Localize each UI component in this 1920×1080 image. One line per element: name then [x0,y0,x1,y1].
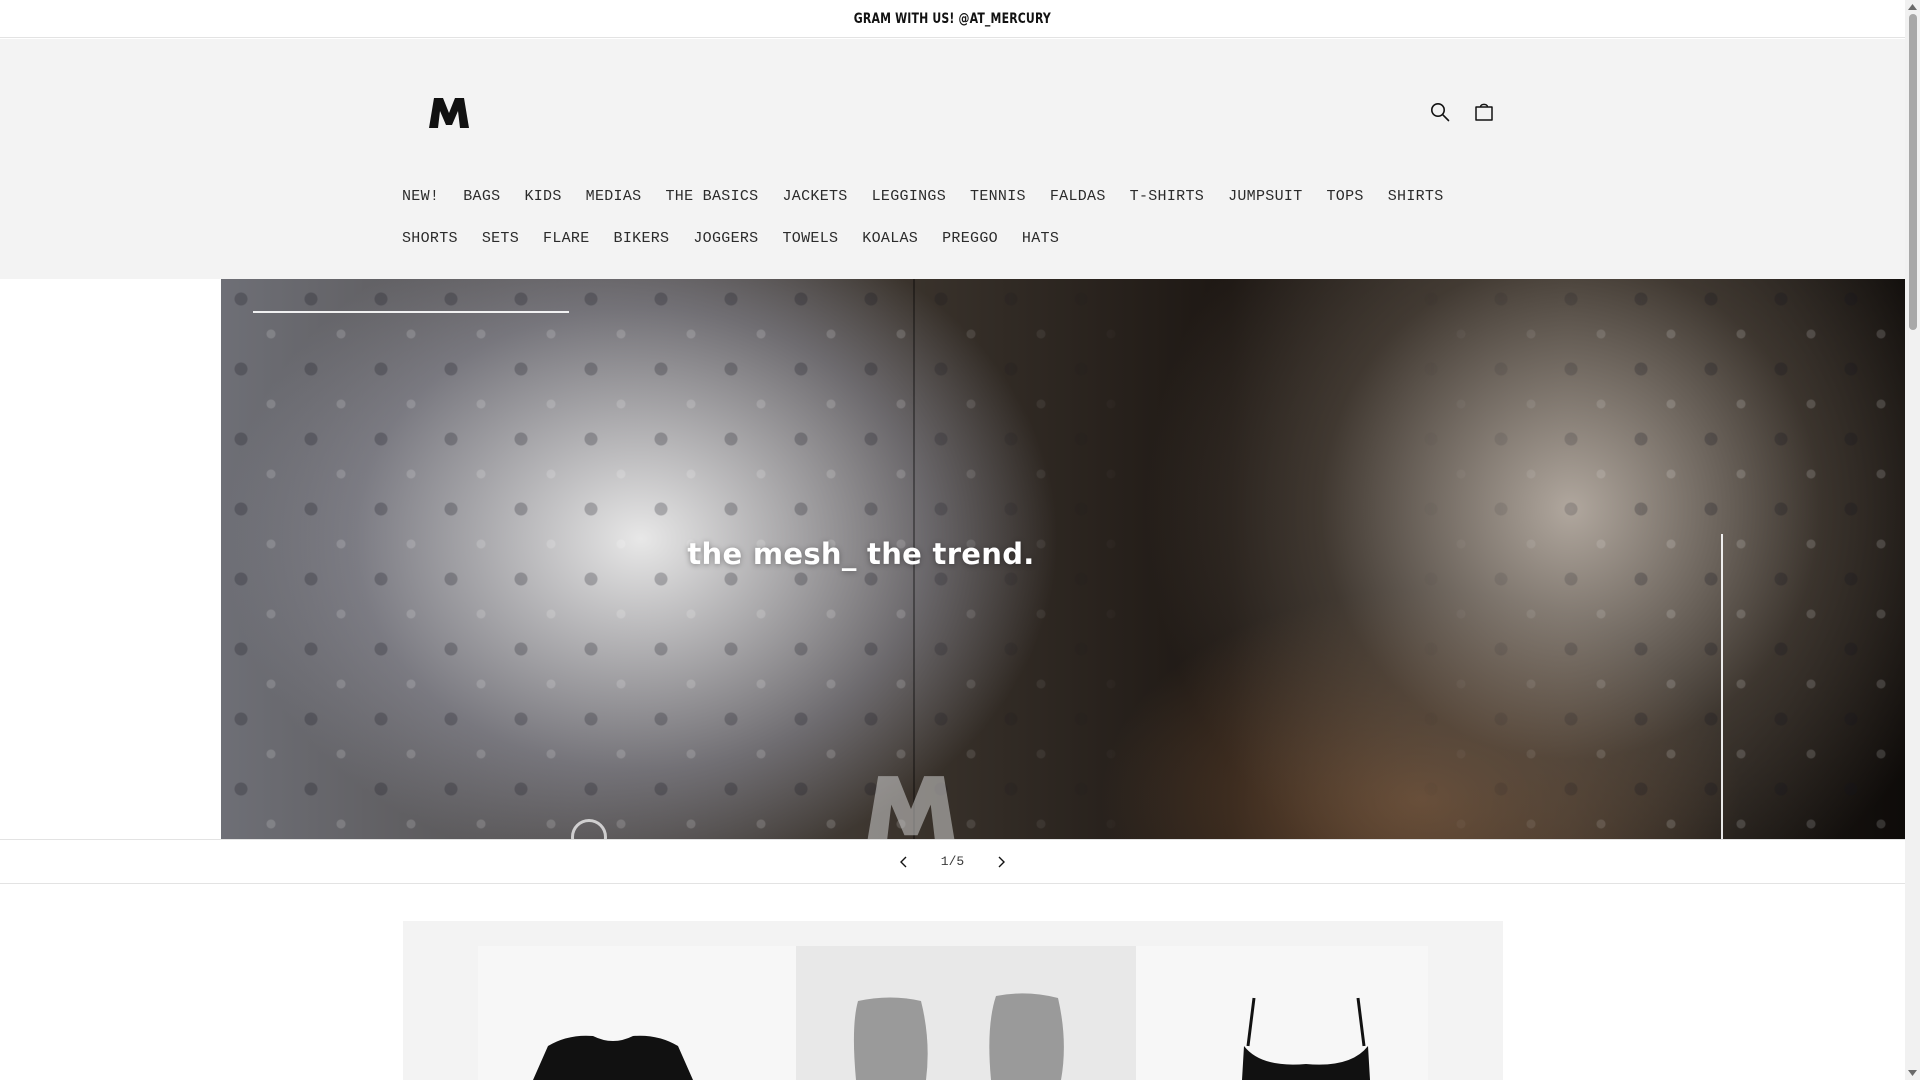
store-logo[interactable] [428,96,470,130]
slider-controls: 1/5 [0,839,1905,884]
product-image-grey-shorts [853,993,1064,1080]
nav-item-preggo[interactable]: PREGGO [930,228,1010,250]
cart-icon [1475,103,1493,121]
scroll-up-arrow-icon[interactable] [1908,2,1917,11]
nav-item-flare[interactable]: FLARE [531,228,602,250]
hero-heading: the mesh_ the trend. [687,537,1035,571]
main-nav-row-1: NEW! BAGS KIDS MEDIAS THE BASICS JACKETS… [402,186,1456,208]
slider-prev-button[interactable] [893,851,915,873]
product-card-bikers[interactable] [796,946,1136,1080]
nav-item-t-shirts[interactable]: T-SHIRTS [1118,186,1216,208]
nav-item-leggings[interactable]: LEGGINGS [860,186,958,208]
site-header: NEW! BAGS KIDS MEDIAS THE BASICS JACKETS… [0,39,1905,279]
product-image-black-tee [533,1035,693,1080]
nav-item-shirts[interactable]: SHIRTS [1376,186,1456,208]
product-card-tshirt[interactable] [478,946,796,1080]
nav-item-sets[interactable]: SETS [470,228,531,250]
product-image-black-top [1242,997,1370,1080]
nav-item-towels[interactable]: TOWELS [770,228,850,250]
scrollbar-thumb[interactable] [1909,14,1917,330]
product-card-top[interactable] [1136,946,1428,1080]
nav-item-shorts[interactable]: SHORTS [402,228,470,250]
announcement-text[interactable]: GRAM WITH US! @AT_MERCURY [854,11,1051,27]
search-button[interactable] [1424,96,1456,128]
scroll-down-arrow-icon[interactable] [1908,1068,1917,1077]
hero-watermark-logo [865,769,957,839]
slider-next-button[interactable] [990,851,1012,873]
nav-item-new[interactable]: NEW! [402,186,451,208]
nav-item-jackets[interactable]: JACKETS [770,186,859,208]
page-scrollbar[interactable] [1905,0,1920,1080]
nav-item-tennis[interactable]: TENNIS [958,186,1038,208]
nav-item-koalas[interactable]: KOALAS [850,228,930,250]
nav-item-the-basics[interactable]: THE BASICS [653,186,770,208]
nav-item-hats[interactable]: HATS [1010,228,1071,250]
hero-accent-line-right [1721,534,1723,839]
nav-item-joggers[interactable]: JOGGERS [681,228,770,250]
slider-counter: 1/5 [940,854,965,869]
nav-item-medias[interactable]: MEDIAS [574,186,654,208]
chevron-right-icon [998,856,1006,867]
search-icon [1431,103,1450,122]
nav-item-jumpsuit[interactable]: JUMPSUIT [1216,186,1314,208]
nav-item-faldas[interactable]: FALDAS [1038,186,1118,208]
cart-button[interactable] [1468,96,1500,128]
featured-products [403,921,1503,1080]
hero-accent-line-top [253,311,569,313]
announcement-bar: GRAM WITH US! @AT_MERCURY [0,0,1905,38]
logo-mark [429,98,469,128]
watermark-m-icon [867,776,955,839]
main-nav-row-2: SHORTS SETS FLARE BIKERS JOGGERS TOWELS … [402,228,1071,250]
chevron-left-icon [899,856,907,867]
nav-item-tops[interactable]: TOPS [1315,186,1376,208]
nav-item-kids[interactable]: KIDS [512,186,573,208]
hero-slide[interactable]: the mesh_ the trend. [221,279,1905,839]
nav-item-bags[interactable]: BAGS [451,186,512,208]
nav-item-bikers[interactable]: BIKERS [602,228,682,250]
